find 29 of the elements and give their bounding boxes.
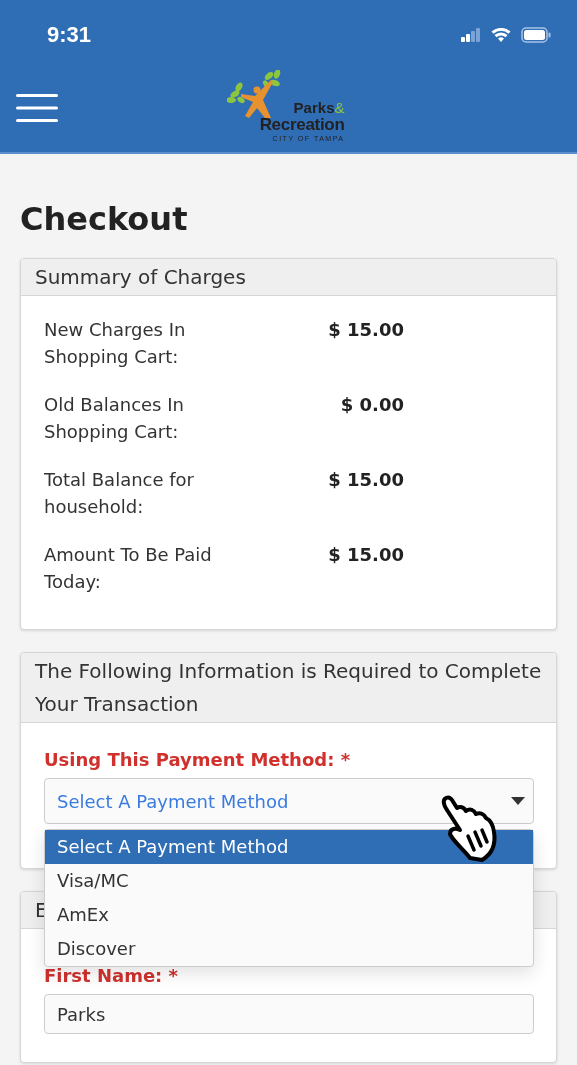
page-title: Checkout	[20, 200, 189, 238]
card-header: The Following Information is Required to Complete Your Transaction	[21, 653, 556, 723]
menu-button[interactable]	[16, 94, 58, 122]
payment-method-select[interactable]: Select A Payment Method	[44, 778, 534, 824]
caret-icon	[511, 797, 525, 805]
charge-label: Amount To Be Paid Today:	[44, 543, 213, 594]
charge-amount: $ 15.00	[327, 543, 404, 567]
charge-amount: $ 0.00	[339, 393, 404, 417]
dropdown-option[interactable]: AmEx	[45, 898, 533, 932]
logo-ampersand: &	[334, 99, 345, 116]
charge-label: Total Balance for household:	[44, 468, 196, 519]
logo-text: Parks	[293, 99, 335, 116]
battery-icon	[521, 27, 551, 43]
dropdown-option[interactable]: Visa/MC	[45, 864, 533, 898]
wifi-icon	[491, 28, 511, 42]
dropdown-option[interactable]: Select A Payment Method	[45, 830, 533, 864]
field-label: Using This Payment Method: *	[44, 749, 352, 770]
charge-amount: $ 15.00	[327, 468, 404, 492]
charge-label: New Charges In Shopping Cart:	[44, 318, 187, 369]
text-field[interactable]: Parks	[44, 994, 534, 1034]
charge-amount: $ 15.00	[327, 318, 404, 342]
dropdown-option[interactable]: Discover	[45, 932, 533, 966]
card-header: Summary of Charges	[21, 259, 556, 296]
status-time: 9:31	[47, 22, 92, 48]
signal-icon	[461, 28, 481, 42]
field-label: First Name: *	[44, 965, 179, 986]
logo-text: Recreation	[258, 116, 345, 134]
tree-figure-icon	[226, 70, 283, 120]
charge-label: Old Balances In Shopping Cart:	[44, 393, 185, 444]
